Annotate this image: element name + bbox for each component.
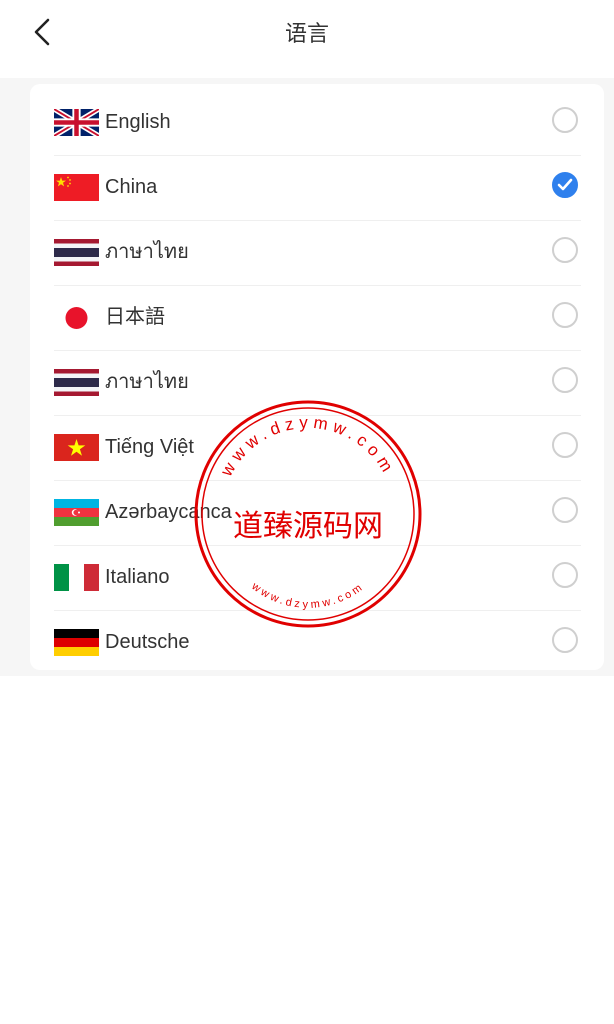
language-item-azerbaijani[interactable]: Azərbaycanca (54, 480, 581, 546)
language-label: ภาษาไทย (105, 371, 189, 393)
language-item-english[interactable]: English (54, 90, 581, 156)
language-label: Azərbaycanca (105, 501, 232, 523)
language-label: Tiếng Việt (105, 436, 194, 458)
language-item-thai-2[interactable]: ภาษาไทย (54, 350, 581, 416)
language-label: China (105, 176, 158, 198)
uk-flag-icon (54, 109, 99, 136)
radio-unselected[interactable] (552, 432, 578, 458)
language-item-china[interactable]: China (54, 155, 581, 221)
thailand-flag-icon (54, 369, 99, 396)
language-item-thai[interactable]: ภาษาไทย (54, 220, 581, 286)
radio-unselected[interactable] (552, 627, 578, 653)
china-flag-icon (54, 174, 99, 201)
radio-unselected[interactable] (552, 562, 578, 588)
germany-flag-icon (54, 629, 99, 656)
language-card: English China ภาษาไทย 日本語 ภาษาไทย Tiếng … (30, 84, 604, 670)
language-item-vietnamese[interactable]: Tiếng Việt (54, 415, 581, 481)
italy-flag-icon (54, 564, 99, 591)
language-item-italian[interactable]: Italiano (54, 545, 581, 611)
language-list-area: English China ภาษาไทย 日本語 ภาษาไทย Tiếng … (0, 78, 614, 676)
vietnam-flag-icon (54, 434, 99, 461)
language-item-japanese[interactable]: 日本語 (54, 285, 581, 351)
language-label: Deutsche (105, 631, 190, 653)
azerbaijan-flag-icon (54, 499, 99, 526)
page-title: 语言 (284, 21, 329, 46)
thailand-flag-icon (54, 239, 99, 266)
checkmark-icon (557, 178, 573, 191)
language-label: English (105, 111, 171, 133)
language-label: Italiano (105, 566, 170, 588)
radio-unselected[interactable] (552, 302, 578, 328)
radio-unselected[interactable] (552, 497, 578, 523)
language-item-german[interactable]: Deutsche (54, 610, 581, 675)
radio-unselected[interactable] (552, 367, 578, 393)
radio-selected[interactable] (552, 172, 578, 198)
language-label: 日本語 (105, 306, 165, 328)
radio-unselected[interactable] (552, 107, 578, 133)
japan-flag-icon (54, 304, 99, 331)
header-bar: 语言 (0, 0, 614, 78)
language-label: ภาษาไทย (105, 241, 189, 263)
radio-unselected[interactable] (552, 237, 578, 263)
